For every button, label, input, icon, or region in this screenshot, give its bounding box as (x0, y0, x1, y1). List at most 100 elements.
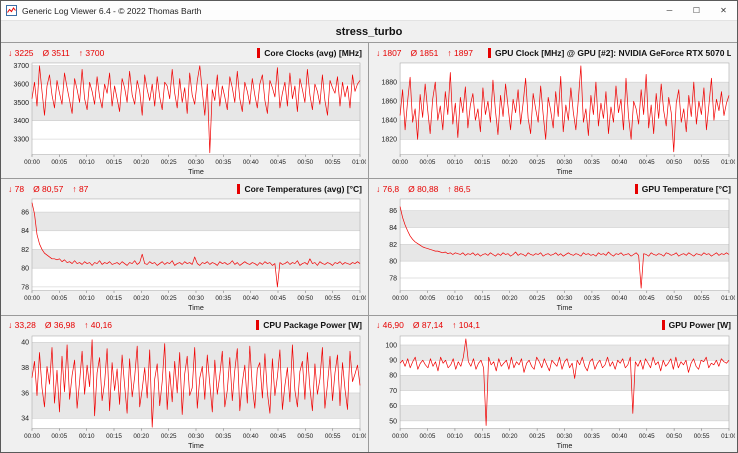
svg-text:01:00: 01:00 (352, 295, 366, 302)
svg-text:00:30: 00:30 (188, 159, 204, 166)
stat-max: ↑ 1897 (447, 48, 473, 58)
chart-plot-core-temps[interactable]: 788082848600:0000:0500:1000:1500:2000:25… (3, 196, 366, 314)
svg-text:00:50: 00:50 (666, 433, 682, 440)
svg-text:00:50: 00:50 (297, 159, 313, 166)
svg-text:00:20: 00:20 (133, 433, 149, 440)
chart-plot-core-clocks[interactable]: 3300340035003600370000:0000:0500:1000:15… (3, 60, 366, 178)
chart-title-wrap: GPU Power [W] (662, 320, 731, 330)
svg-text:00:15: 00:15 (474, 159, 490, 166)
svg-text:00:35: 00:35 (584, 159, 600, 166)
chart-title: Core Temperatures (avg) [°C] (244, 184, 362, 194)
chart-plot-gpu-power[interactable]: 506070809010000:0000:0500:1000:1500:2000… (371, 333, 735, 452)
stat-avg: Ø 80,57 (33, 184, 63, 194)
svg-text:00:00: 00:00 (392, 433, 408, 440)
svg-text:3600: 3600 (13, 81, 29, 88)
svg-text:Time: Time (557, 168, 573, 176)
svg-text:01:00: 01:00 (352, 433, 366, 440)
svg-text:01:00: 01:00 (352, 159, 366, 166)
chart-stats: ↓ 78Ø 80,57↑ 87 (8, 184, 97, 194)
svg-text:00:25: 00:25 (529, 295, 545, 302)
stat-min: ↓ 46,90 (376, 320, 404, 330)
log-file-title: stress_turbo (1, 21, 737, 42)
svg-text:00:45: 00:45 (270, 433, 286, 440)
svg-text:00:05: 00:05 (420, 433, 436, 440)
svg-text:00:35: 00:35 (584, 433, 600, 440)
svg-text:00:40: 00:40 (243, 159, 259, 166)
chart-plot-gpu-temp[interactable]: 788082848600:0000:0500:1000:1500:2000:25… (371, 196, 735, 314)
chart-plot-cpu-package-power[interactable]: 3436384000:0000:0500:1000:1500:2000:2500… (3, 333, 366, 452)
svg-text:00:15: 00:15 (106, 159, 122, 166)
svg-text:00:25: 00:25 (161, 159, 177, 166)
titlebar: Generic Log Viewer 6.4 - © 2022 Thomas B… (1, 1, 737, 21)
chart-title: GPU Clock [MHz] @ GPU [#2]: NVIDIA GeFor… (495, 48, 731, 58)
svg-text:00:00: 00:00 (392, 159, 408, 166)
svg-text:80: 80 (389, 259, 397, 266)
svg-text:00:50: 00:50 (297, 433, 313, 440)
stat-max: ↑ 104,1 (452, 320, 480, 330)
svg-text:00:20: 00:20 (502, 159, 518, 166)
chart-header: ↓ 3225Ø 3511↑ 3700Core Clocks (avg) [MHz… (3, 44, 366, 60)
svg-text:00:20: 00:20 (502, 433, 518, 440)
chart-header: ↓ 1807Ø 1851↑ 1897GPU Clock [MHz] @ GPU … (371, 44, 735, 60)
chart-header: ↓ 33,28Ø 36,98↑ 40,16CPU Package Power [… (3, 317, 366, 333)
svg-text:3400: 3400 (13, 118, 29, 125)
svg-text:00:10: 00:10 (79, 295, 95, 302)
chart-stats: ↓ 46,90 Ø 87,14 ↑ 104,1 (376, 320, 489, 330)
svg-text:84: 84 (21, 229, 29, 236)
series-legend-bar (488, 48, 491, 58)
svg-text:00:30: 00:30 (557, 159, 573, 166)
minimize-button[interactable]: ─ (656, 1, 683, 20)
svg-text:86: 86 (21, 210, 29, 217)
svg-text:60: 60 (389, 403, 397, 410)
svg-text:00:15: 00:15 (106, 295, 122, 302)
svg-text:3500: 3500 (13, 100, 29, 107)
chart-title-wrap: GPU Temperature [°C] (635, 184, 731, 194)
svg-text:00:45: 00:45 (639, 295, 655, 302)
chart-title-wrap: GPU Clock [MHz] @ GPU [#2]: NVIDIA GeFor… (488, 48, 731, 58)
svg-text:00:50: 00:50 (297, 295, 313, 302)
stat-avg: Ø 80,88 (408, 184, 438, 194)
chart-plot-gpu-clock[interactable]: 182018401860188000:0000:0500:1000:1500:2… (371, 60, 735, 178)
svg-text:00:40: 00:40 (243, 433, 259, 440)
close-button[interactable]: ✕ (710, 1, 737, 20)
svg-text:00:05: 00:05 (51, 295, 67, 302)
svg-text:00:05: 00:05 (51, 433, 67, 440)
svg-text:00:50: 00:50 (666, 295, 682, 302)
svg-text:00:40: 00:40 (611, 295, 627, 302)
stat-min: ↓ 1807 (376, 48, 402, 58)
stat-avg: Ø 87,14 (413, 320, 443, 330)
chart-panel-core-clocks: ↓ 3225Ø 3511↑ 3700Core Clocks (avg) [MHz… (1, 43, 369, 179)
svg-text:00:55: 00:55 (694, 295, 710, 302)
svg-text:Time: Time (188, 168, 204, 176)
svg-text:3700: 3700 (13, 63, 29, 70)
stat-max: ↑ 86,5 (447, 184, 470, 194)
svg-text:00:55: 00:55 (325, 295, 341, 302)
chart-panel-core-temps: ↓ 78Ø 80,57↑ 87 Core Temperatures (avg) [… (1, 179, 369, 315)
svg-text:00:35: 00:35 (215, 159, 231, 166)
svg-text:00:10: 00:10 (447, 159, 463, 166)
svg-text:00:45: 00:45 (270, 295, 286, 302)
svg-text:Time: Time (557, 442, 573, 450)
svg-text:00:25: 00:25 (529, 433, 545, 440)
svg-text:01:00: 01:00 (721, 433, 735, 440)
svg-text:00:25: 00:25 (161, 295, 177, 302)
chart-panel-gpu-clock: ↓ 1807Ø 1851↑ 1897GPU Clock [MHz] @ GPU … (369, 43, 737, 179)
svg-text:00:20: 00:20 (133, 295, 149, 302)
svg-text:3300: 3300 (13, 136, 29, 143)
chart-panel-gpu-power: ↓ 46,90Ø 87,14↑ 104,1GPU Power [W]506070… (369, 316, 737, 452)
window-controls: ─ ☐ ✕ (656, 1, 737, 20)
svg-text:00:00: 00:00 (392, 295, 408, 302)
chart-header: ↓ 78Ø 80,57↑ 87 Core Temperatures (avg) [… (3, 180, 366, 196)
svg-text:82: 82 (21, 247, 29, 254)
chart-stats: ↓ 3225Ø 3511↑ 3700 (8, 48, 113, 58)
svg-text:1880: 1880 (381, 79, 397, 86)
series-legend-bar (662, 320, 665, 330)
svg-text:00:30: 00:30 (557, 295, 573, 302)
svg-text:00:30: 00:30 (188, 433, 204, 440)
maximize-button[interactable]: ☐ (683, 1, 710, 20)
svg-text:00:45: 00:45 (639, 159, 655, 166)
stat-min: ↓ 33,28 (8, 320, 36, 330)
chart-title-wrap: Core Temperatures (avg) [°C] (237, 184, 362, 194)
svg-text:00:10: 00:10 (79, 159, 95, 166)
svg-text:Time: Time (557, 304, 573, 312)
